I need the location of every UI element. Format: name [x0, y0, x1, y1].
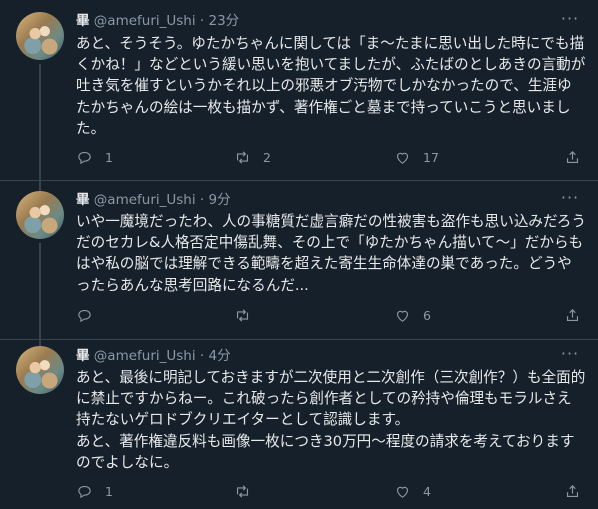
retweet-icon — [236, 484, 249, 498]
like-count: 17 — [423, 149, 439, 165]
tweet-text: いや一魔境だったわ、人の事糖質だ虚言癖だの性被害も盗作も思い込みだろうだのセカレ… — [76, 213, 586, 294]
heart-icon — [396, 152, 409, 164]
timestamp[interactable]: · 4分 — [200, 348, 231, 364]
reply-count: 1 — [105, 483, 113, 499]
retweet-icon — [236, 308, 249, 322]
reply-button[interactable]: 1 — [76, 481, 113, 501]
share-icon — [566, 308, 579, 321]
username[interactable]: @amefuri_Ushi — [94, 13, 196, 29]
like-button[interactable]: 4 — [394, 481, 431, 501]
more-icon[interactable]: ··· — [560, 190, 580, 209]
more-icon[interactable]: ··· — [560, 346, 580, 365]
share-icon — [566, 484, 579, 497]
reply-icon — [78, 309, 91, 322]
timestamp[interactable]: · 23分 — [200, 13, 239, 29]
reply-button[interactable]: 1 — [76, 147, 113, 167]
reply-icon — [78, 151, 91, 164]
share-button[interactable] — [564, 147, 581, 167]
reply-count: 1 — [105, 149, 113, 165]
tweet[interactable]: 畢 @amefuri_Ushi · 9分 ··· いや一魔境だったわ、人の事糖質… — [0, 181, 598, 339]
avatar[interactable] — [16, 191, 64, 239]
tweet-text: あと、最後に明記しておきますが二次使用と二次創作（三次創作？）も全面的に禁止です… — [76, 369, 586, 471]
like-button[interactable]: 17 — [394, 147, 439, 167]
tweet-actions: 1 4 — [76, 481, 586, 501]
thread-connector — [39, 243, 41, 339]
tweet[interactable]: 畢 @amefuri_Ushi · 23分 ··· あと、そうそう。ゆたかちゃん… — [0, 0, 598, 180]
username[interactable]: @amefuri_Ushi — [94, 348, 196, 364]
thread-connector — [39, 181, 41, 191]
heart-icon — [396, 486, 409, 498]
avatar[interactable] — [16, 346, 64, 394]
retweet-icon — [236, 150, 249, 164]
retweet-button[interactable]: 2 — [234, 147, 271, 167]
heart-icon — [396, 310, 409, 322]
tweet-header: 畢 @amefuri_Ushi · 23分 — [76, 12, 239, 30]
share-button[interactable] — [564, 305, 581, 325]
tweet-actions: 6 — [76, 305, 586, 325]
more-icon[interactable]: ··· — [560, 11, 580, 30]
retweet-button[interactable] — [234, 481, 263, 501]
display-name[interactable]: 畢 — [76, 192, 90, 208]
reply-button[interactable] — [76, 305, 105, 325]
display-name[interactable]: 畢 — [76, 13, 90, 29]
username[interactable]: @amefuri_Ushi — [94, 192, 196, 208]
tweet-header: 畢 @amefuri_Ushi · 4分 — [76, 347, 231, 365]
retweet-count: 2 — [263, 149, 271, 165]
like-count: 4 — [423, 483, 431, 499]
reply-icon — [78, 485, 91, 498]
like-button[interactable]: 6 — [394, 305, 431, 325]
tweet-thread: 畢 @amefuri_Ushi · 23分 ··· あと、そうそう。ゆたかちゃん… — [0, 0, 598, 509]
tweet-actions: 1 2 17 — [76, 147, 586, 167]
avatar[interactable] — [16, 12, 64, 60]
like-count: 6 — [423, 307, 431, 323]
share-button[interactable] — [564, 481, 581, 501]
timestamp[interactable]: · 9分 — [200, 192, 231, 208]
share-icon — [566, 150, 579, 163]
retweet-button[interactable] — [234, 305, 263, 325]
thread-connector — [39, 64, 41, 180]
tweet-text: あと、そうそう。ゆたかちゃんに関しては「ま〜たまに思い出した時にでも描くかね！」… — [76, 35, 586, 137]
tweet-header: 畢 @amefuri_Ushi · 9分 — [76, 191, 231, 209]
display-name[interactable]: 畢 — [76, 348, 90, 364]
tweet[interactable]: 畢 @amefuri_Ushi · 4分 ··· あと、最後に明記しておきますが… — [0, 340, 598, 509]
